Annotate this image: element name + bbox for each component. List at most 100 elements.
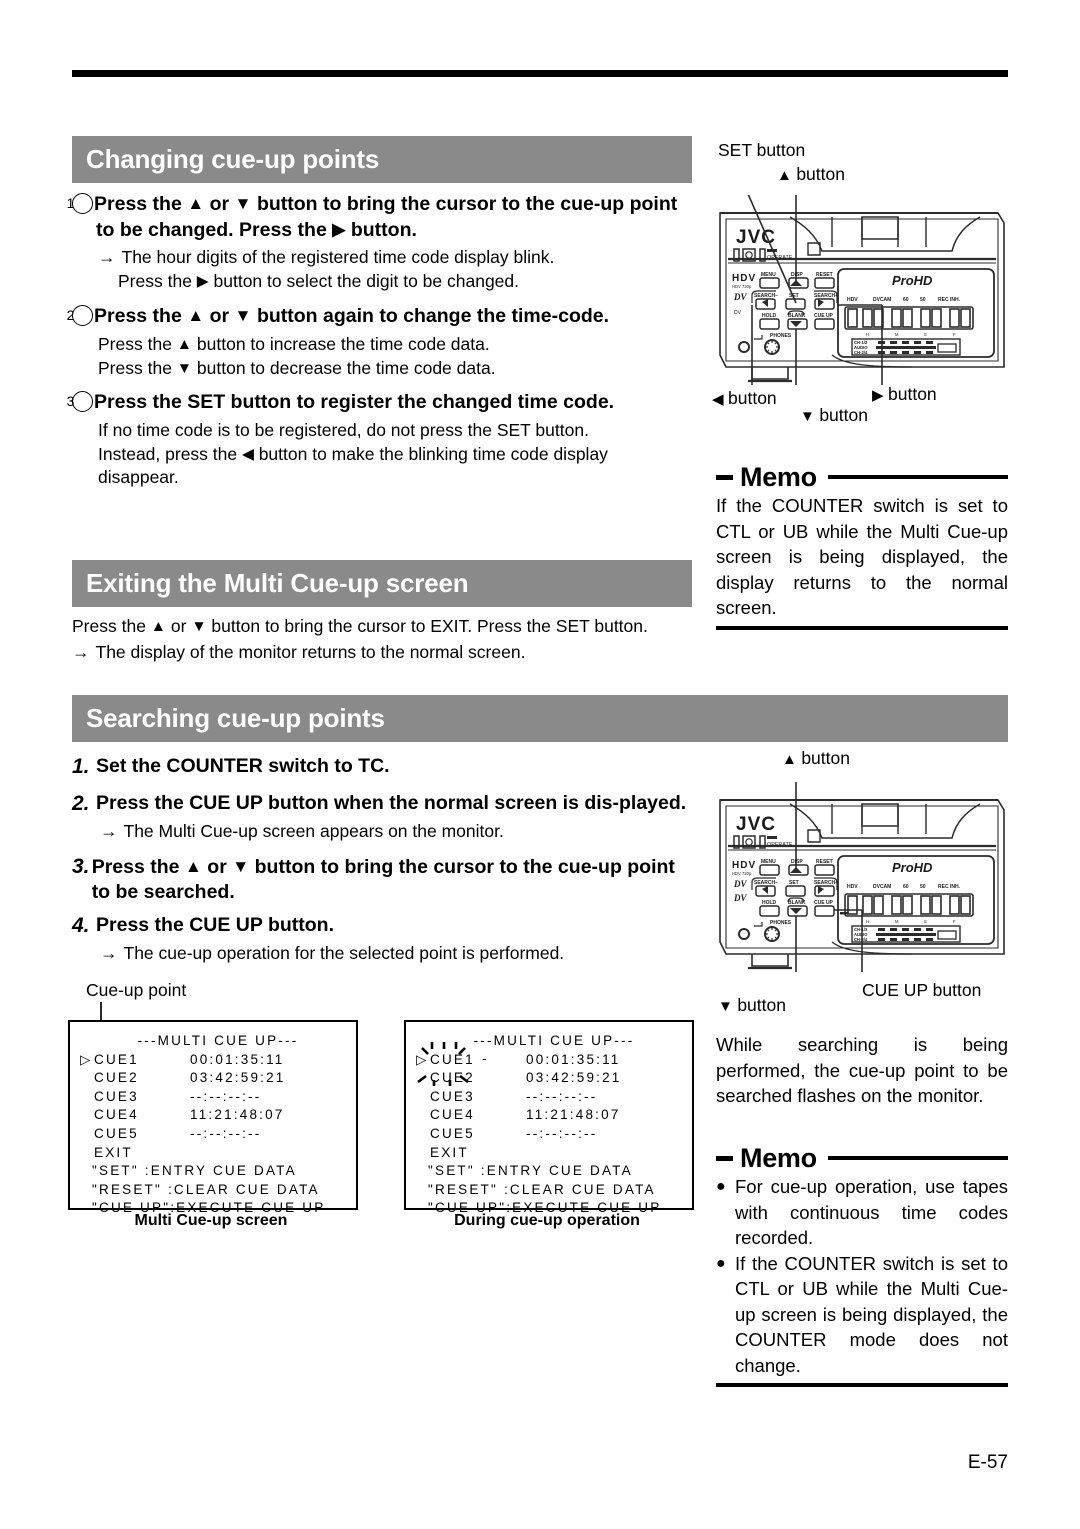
svg-text:BLANK: BLANK <box>788 313 806 319</box>
osd-row-label: CUE5 <box>430 1125 475 1141</box>
svg-text:H: H <box>866 919 869 924</box>
exiting-text-b: or <box>166 616 192 636</box>
up-arrow-icon <box>151 618 166 635</box>
step-3-marker: 3 <box>67 391 93 412</box>
osd-row-exit: EXIT <box>406 1144 692 1163</box>
step-2: 2Press the or button again to change the… <box>67 303 692 380</box>
svg-text:M: M <box>895 332 899 337</box>
callout-down-button: button <box>800 405 868 426</box>
search-step-1: 1. Set the COUNTER switch to TC. <box>72 754 692 779</box>
device-illustration-top: JVC OPERATE HDV HDV 720p DV DV MENU DISP… <box>719 195 1005 385</box>
svg-text:60: 60 <box>903 297 909 303</box>
svg-text:50: 50 <box>920 297 926 303</box>
left-arrow-icon <box>712 391 724 408</box>
callout-right-button-label: button <box>888 384 937 404</box>
svg-text:HDV 720p: HDV 720p <box>732 284 752 289</box>
svg-text:SEARCH−: SEARCH− <box>754 880 778 886</box>
memo-dash-icon <box>716 1155 733 1161</box>
exiting-text-c: button to bring the cursor to EXIT. Pres… <box>206 616 648 636</box>
step-1-text-b: or <box>204 193 235 215</box>
svg-text:F: F <box>953 332 956 337</box>
callout-up-button-2: button <box>782 748 850 769</box>
search-step-2-result: The Multi Cue-up screen appears on the m… <box>123 821 504 841</box>
osd-exit-label: EXIT <box>430 1144 469 1160</box>
left-arrow-icon <box>242 446 254 463</box>
osd-row: CUE3 --:--:--:-- <box>70 1088 356 1107</box>
osd-row-value: 00:01:35:11 <box>190 1051 285 1067</box>
down-arrow-icon <box>191 618 206 635</box>
svg-text:DISP: DISP <box>791 272 803 278</box>
exiting-text-a: Press the <box>72 616 151 636</box>
step-3: 3 Press the SET button to register the ch… <box>67 390 692 490</box>
step-2-sub1-b: button to increase the time code data. <box>192 334 490 354</box>
svg-text:SEARCH+: SEARCH+ <box>814 293 838 299</box>
callout-cue-up-button: CUE UP button <box>862 980 982 1000</box>
svg-text:MENU: MENU <box>761 859 776 865</box>
osd-key-hint: "SET" :ENTRY CUE DATA <box>428 1163 633 1179</box>
osd-row-value: --:--:--:-- <box>526 1088 598 1104</box>
search-step-1-number: 1. <box>72 755 90 778</box>
svg-text:HDV: HDV <box>732 860 756 871</box>
up-arrow-icon <box>782 751 797 768</box>
memo-bottom-rule <box>716 625 1008 630</box>
search-step-3-text-a: Press the <box>91 855 185 878</box>
osd-title: ---MULTI CUE UP--- <box>137 1033 299 1048</box>
section-changing-cue-up-points: Changing cue-up points 1 Press the or but… <box>67 136 692 490</box>
svg-text:S: S <box>924 332 927 337</box>
page-number: E-57 <box>967 1452 1008 1473</box>
step-1-marker: 1 <box>67 193 93 214</box>
svg-text:SEARCH−: SEARCH− <box>754 293 778 299</box>
svg-text:OPERATE: OPERATE <box>767 255 793 261</box>
searching-note: While searching is being performed, the … <box>716 1034 1008 1106</box>
osd-row-label: CUE5 <box>94 1125 139 1141</box>
step-1-sub2-b: button to select the digit to be changed… <box>208 270 520 291</box>
section-searching-cue-up-points: Searching cue-up points <box>72 695 1008 742</box>
osd-row-value: 11:21:48:07 <box>190 1107 285 1123</box>
osd-row-exit: EXIT <box>70 1144 356 1163</box>
flash-indicator-icon <box>417 1042 469 1086</box>
svg-text:REC INH.: REC INH. <box>938 297 961 303</box>
step-2-text-b: or <box>204 305 235 327</box>
step-2-text-a: Press the <box>94 305 188 327</box>
svg-text:HOLD: HOLD <box>762 313 777 319</box>
bullet-icon: ● <box>716 1254 726 1272</box>
callout-down-button-label: button <box>819 405 868 425</box>
osd-screen-during-cue-up: ---MULTI CUE UP--- ▷ CUE1 00:01:35:11 CUE2… <box>404 1020 694 1215</box>
down-arrow-icon <box>232 856 249 876</box>
svg-text:DV: DV <box>733 292 747 302</box>
step-2-sub2-a: Press the <box>98 357 177 378</box>
step-1-sub2-a: Press the <box>118 270 197 291</box>
svg-text:PHONES: PHONES <box>770 920 792 926</box>
osd-row-label: CUE1 <box>94 1051 139 1067</box>
result-arrow-icon: → <box>72 641 90 662</box>
step-2-text-c: button again to change the time-code. <box>251 305 610 327</box>
down-arrow-icon <box>235 305 252 325</box>
step-2-sub2-b: button to decrease the time code data. <box>192 357 496 378</box>
osd-row-label: CUE4 <box>94 1107 139 1123</box>
osd-key-hint: "RESET" :CLEAR CUE DATA <box>92 1181 320 1197</box>
svg-text:OPERATE: OPERATE <box>767 842 793 848</box>
search-step-3-number: 3. <box>72 854 90 878</box>
osd-row: CUE2 03:42:59:21 <box>70 1069 356 1088</box>
down-arrow-icon <box>235 193 252 213</box>
search-step-3: 3. Press the or button to bring the curs… <box>72 854 692 905</box>
svg-text:DVCAM: DVCAM <box>873 297 891 303</box>
step-3-sub1: If no time code is to be registered, do … <box>98 420 589 440</box>
osd-exit-label: EXIT <box>94 1144 133 1160</box>
osd-row-value: --:--:--:-- <box>190 1125 262 1141</box>
memo-title: Memo <box>740 462 817 492</box>
svg-text:HDV: HDV <box>732 273 756 284</box>
svg-text:DISP: DISP <box>791 859 803 865</box>
page-top-rule <box>72 70 1008 77</box>
osd-row-label: CUE2 <box>94 1070 139 1086</box>
svg-text:SET: SET <box>789 880 799 886</box>
svg-text:RESET: RESET <box>816 859 833 865</box>
section-heading-changing: Changing cue-up points <box>72 136 692 183</box>
osd-key-hint: "RESET" :CLEAR CUE DATA <box>428 1181 656 1197</box>
svg-text:HDV: HDV <box>847 884 858 890</box>
osd-row-value: --:--:--:-- <box>526 1125 598 1141</box>
svg-text:CH-2/4: CH-2/4 <box>854 350 868 355</box>
osd-row: CUE4 11:21:48:07 <box>406 1106 692 1125</box>
callout-up-button-2-label: button <box>801 748 850 768</box>
svg-text:MENU: MENU <box>761 272 776 278</box>
